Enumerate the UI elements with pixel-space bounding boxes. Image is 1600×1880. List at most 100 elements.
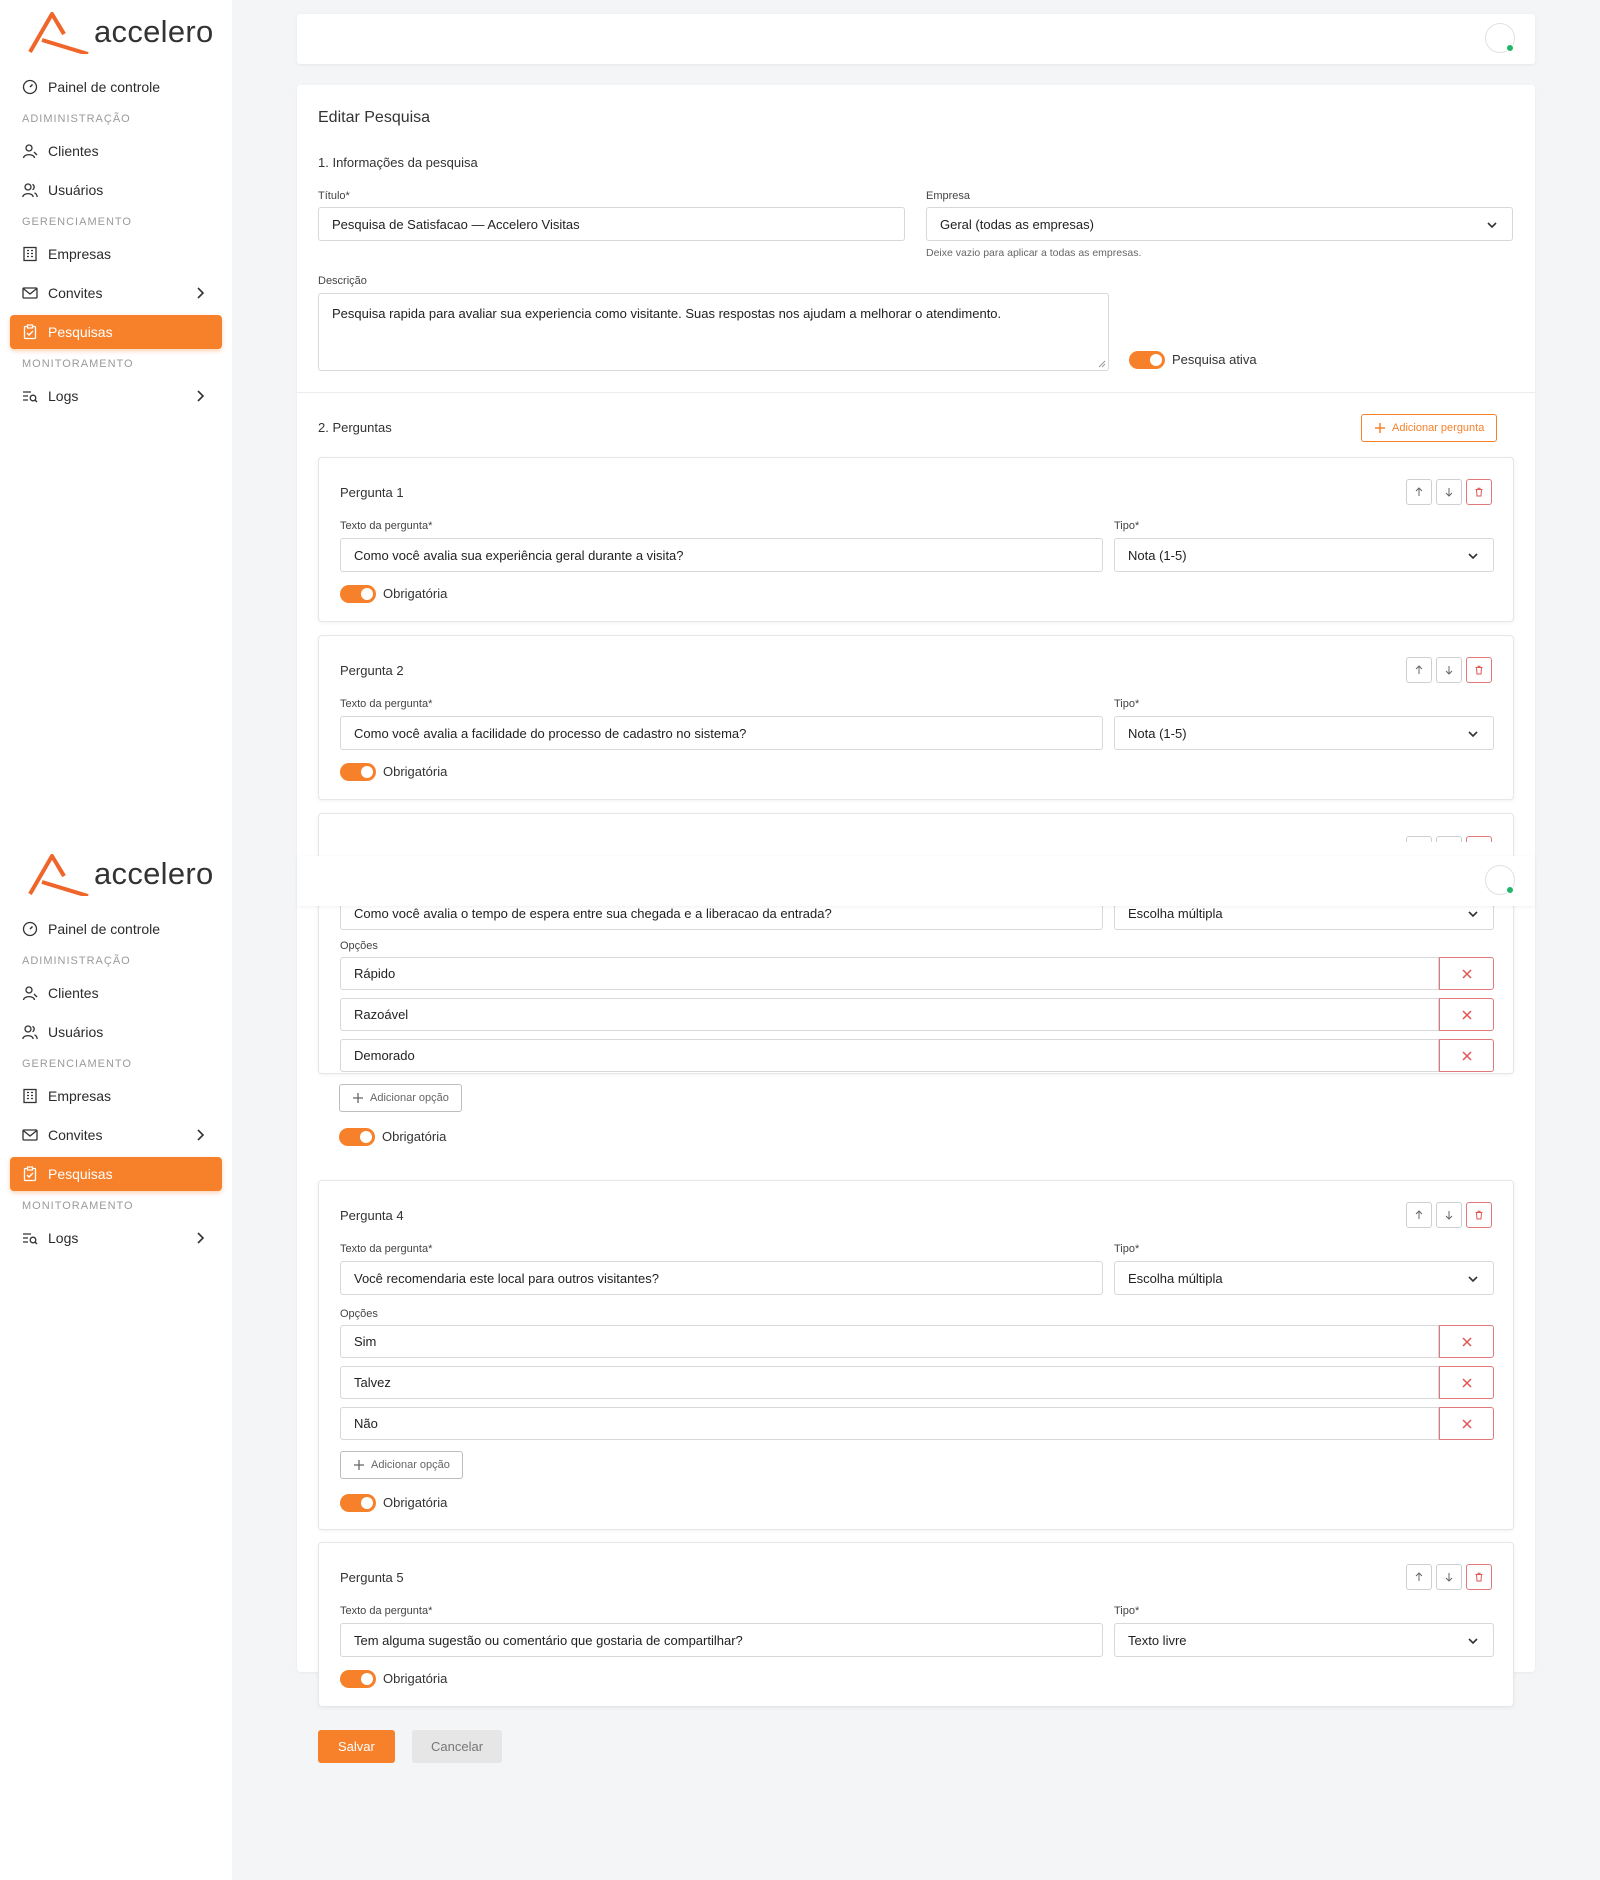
add-option-button[interactable]: Adicionar opção [339,1084,462,1112]
chevron-down-icon [1468,1276,1478,1283]
option-input[interactable]: Não [340,1407,1439,1440]
delete-question-button[interactable] [1466,479,1492,505]
move-up-button[interactable] [1406,657,1432,683]
question-title: Pergunta 4 [340,1208,404,1223]
sidebar-item-label: Usuários [48,1024,104,1040]
cancel-button[interactable]: Cancelar [412,1730,503,1763]
sidebar-item-clients[interactable]: Clientes [10,134,222,168]
sidebar-item-logs[interactable]: Logs [10,379,222,413]
screen-bottom: Como você avalia o tempo de espera entre… [0,842,1600,1880]
delete-question-button[interactable] [1466,1202,1492,1228]
option-input[interactable]: Demorado [340,1039,1439,1072]
option-input[interactable]: Razoável [340,998,1439,1031]
save-button[interactable]: Salvar [318,1730,395,1763]
question-type-select[interactable]: Escolha múltipla [1114,1261,1494,1295]
sidebar-item-dashboard[interactable]: Painel de controle [10,912,222,946]
sidebar-item-label: Logs [48,388,79,404]
move-down-button[interactable] [1436,1564,1462,1590]
survey-active-toggle[interactable] [1129,351,1165,369]
avatar[interactable] [1485,865,1515,895]
move-down-button[interactable] [1436,1202,1462,1228]
required-toggle[interactable] [340,585,376,603]
question-text-input[interactable]: Tem alguma sugestão ou comentário que go… [340,1623,1103,1657]
question-text-input[interactable]: Como você avalia sua experiência geral d… [340,538,1103,572]
question-type-value: Nota (1-5) [1128,547,1187,563]
option-input[interactable]: Rápido [340,957,1439,990]
question-type-select[interactable]: Nota (1-5) [1114,716,1494,750]
required-toggle[interactable] [339,1128,375,1146]
sidebar-item-users[interactable]: Usuários [10,173,222,207]
sidebar-item-dashboard[interactable]: Painel de controle [10,70,222,104]
close-icon [1461,1418,1472,1429]
delete-question-button[interactable] [1466,1564,1492,1590]
question-text-label: Texto da pergunta* [340,698,433,710]
close-icon [1461,1377,1472,1388]
move-up-button[interactable] [1406,1202,1432,1228]
survey-active-label: Pesquisa ativa [1172,352,1257,367]
clipboard-check-icon [23,324,37,340]
move-up-button[interactable] [1406,479,1432,505]
remove-option-button[interactable] [1439,1325,1494,1358]
remove-option-button[interactable] [1439,998,1494,1031]
plus-icon [353,1093,363,1103]
section-info-title: 1. Informações da pesquisa [318,155,478,170]
question-text-input[interactable]: Como você avalia a facilidade do process… [340,716,1103,750]
sidebar-item-invites[interactable]: Convites [10,1118,222,1152]
question-type-label: Tipo* [1114,1243,1140,1255]
move-down-button[interactable] [1436,479,1462,505]
sidebar-item-logs[interactable]: Logs [10,1221,222,1255]
sidebar-item-clients[interactable]: Clientes [10,976,222,1010]
options-label: Opções [340,940,378,952]
company-select[interactable]: Geral (todas as empresas) [926,207,1513,241]
section-divider [297,392,1535,393]
logo[interactable]: accelero [28,852,214,896]
remove-option-button[interactable] [1439,1407,1494,1440]
avatar[interactable] [1485,23,1515,53]
chevron-down-icon [1487,222,1497,229]
option-row: Rápido [340,957,1494,990]
title-input[interactable]: Pesquisa de Satisfacao — Accelero Visita… [318,207,905,241]
logo[interactable]: accelero [28,10,214,54]
question-type-select[interactable]: Texto livre [1114,1623,1494,1657]
required-toggle[interactable] [340,763,376,781]
required-toggle[interactable] [340,1670,376,1688]
resize-handle-icon[interactable] [1098,360,1106,368]
required-toggle[interactable] [340,1494,376,1512]
remove-option-button[interactable] [1439,1039,1494,1072]
required-label: Obrigatória [383,764,448,779]
sidebar-item-label: Pesquisas [48,1166,113,1182]
sidebar-item-label: Clientes [48,143,99,159]
sidebar-item-companies[interactable]: Empresas [10,1079,222,1113]
option-row: Talvez [340,1366,1494,1399]
question-text-input[interactable]: Você recomendaria este local para outros… [340,1261,1103,1295]
sidebar-item-invites[interactable]: Convites [10,276,222,310]
trash-icon [1475,665,1483,675]
option-input[interactable]: Sim [340,1325,1439,1358]
add-question-button[interactable]: Adicionar pergunta [1361,414,1498,442]
sidebar-item-surveys[interactable]: Pesquisas [10,1157,222,1191]
question-type-select[interactable]: Nota (1-5) [1114,538,1494,572]
sidebar: accelero Painel de controle ADIMINISTRAÇ… [0,0,232,842]
arrow-down-icon [1445,488,1453,497]
delete-question-button[interactable] [1466,657,1492,683]
add-option-button[interactable]: Adicionar opção [340,1451,463,1479]
users-icon [22,183,38,198]
question-card [318,813,1514,842]
chevron-down-icon [1468,911,1478,918]
question-text-label: Texto da pergunta* [340,520,433,532]
remove-option-button[interactable] [1439,1366,1494,1399]
remove-option-button[interactable] [1439,957,1494,990]
move-down-button[interactable] [1436,657,1462,683]
question-actions [1406,657,1492,683]
sidebar-item-users[interactable]: Usuários [10,1015,222,1049]
option-row: Razoável [340,998,1494,1031]
move-up-button[interactable] [1406,1564,1432,1590]
sidebar-item-surveys[interactable]: Pesquisas [10,315,222,349]
question-card: Pergunta 5 Texto da pergunta* Tem alguma… [318,1542,1514,1707]
option-input[interactable]: Talvez [340,1366,1439,1399]
description-textarea[interactable]: Pesquisa rapida para avaliar sua experie… [318,293,1109,371]
screen-top: accelero Painel de controle ADIMINISTRAÇ… [0,0,1600,842]
section-questions-title: 2. Perguntas [318,420,392,435]
sidebar-item-companies[interactable]: Empresas [10,237,222,271]
survey-form-card: Editar Pesquisa 1. Informações da pesqui… [297,85,1535,842]
